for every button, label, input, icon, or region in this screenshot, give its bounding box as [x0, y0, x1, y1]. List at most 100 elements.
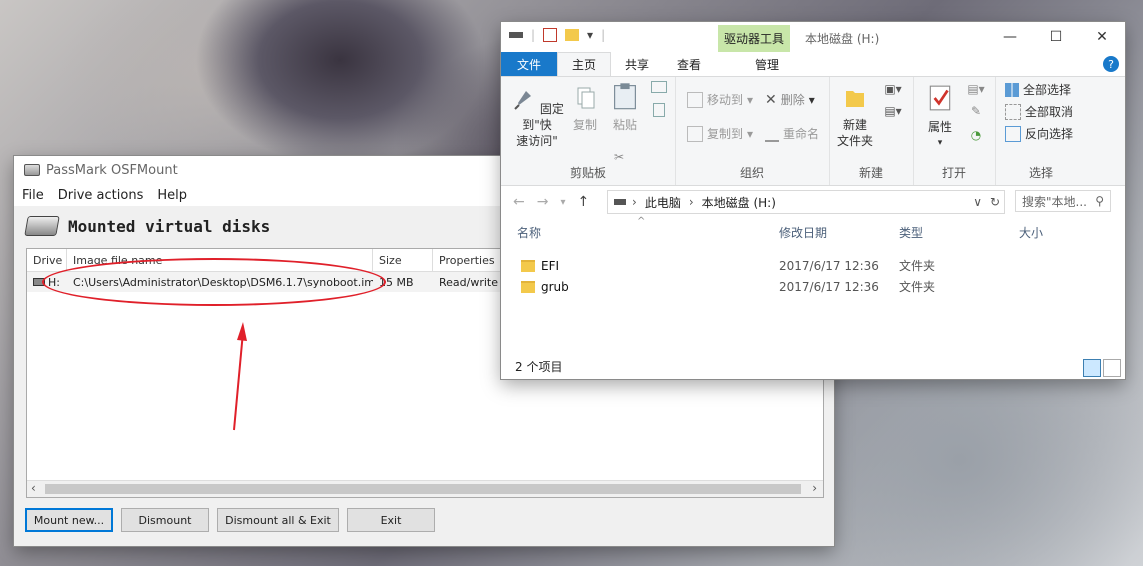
history-icon[interactable]: ◔: [963, 127, 989, 143]
explorer-titlebar[interactable]: | ▾ | 驱动器工具 本地磁盘 (H:) — ☐ ✕: [501, 22, 1125, 52]
group-clipboard: 固定到"快 速访问" 复制 粘贴 ✂ 剪贴板: [501, 77, 676, 185]
menu-file[interactable]: File: [22, 188, 44, 203]
col-date[interactable]: 修改日期: [779, 224, 827, 241]
scroll-thumb[interactable]: [45, 484, 801, 494]
copy-icon: [577, 87, 595, 109]
close-icon[interactable]: ✕: [1079, 22, 1125, 52]
paste-button[interactable]: 粘贴: [605, 81, 645, 133]
select-all-button[interactable]: 全部选择: [1005, 81, 1071, 98]
edit-icon[interactable]: ✎: [963, 103, 989, 119]
folder-icon: [521, 259, 535, 272]
sort-up-icon: ^: [637, 216, 646, 227]
group-label: 组织: [739, 166, 764, 180]
new-folder-icon: [846, 91, 864, 107]
rename-icon: [765, 126, 779, 142]
address-dropdown-icon[interactable]: ∨: [973, 195, 982, 209]
group-new: 新建 文件夹 ▣▾ ▤▾ 新建: [829, 77, 914, 185]
back-icon[interactable]: ←: [513, 194, 525, 210]
properties-check-icon[interactable]: [543, 28, 558, 42]
col-properties[interactable]: Properties: [433, 249, 503, 271]
minimize-icon[interactable]: —: [987, 22, 1033, 52]
col-drive[interactable]: Drive: [27, 249, 67, 271]
horizontal-scrollbar[interactable]: ‹ ›: [27, 480, 823, 497]
menu-help[interactable]: Help: [157, 188, 187, 203]
dismount-button[interactable]: Dismount: [121, 508, 209, 532]
separator: |: [531, 28, 536, 42]
move-to-icon: [687, 91, 703, 108]
cell-properties: Read/write: [439, 275, 499, 289]
select-none-icon: [1005, 103, 1021, 120]
up-icon[interactable]: ↑: [578, 194, 590, 210]
paste-shortcut-icon[interactable]: [647, 103, 671, 121]
file-row[interactable]: grub 2017/6/17 12:36 文件夹: [501, 276, 1101, 297]
window-title: 本地磁盘 (H:): [805, 32, 880, 46]
move-to-button[interactable]: 移动到 ▾: [687, 91, 753, 108]
paste-icon: [614, 83, 636, 110]
delete-button[interactable]: ✕ 删除 ▾: [765, 91, 815, 108]
forward-icon[interactable]: →: [537, 194, 549, 210]
col-name[interactable]: 名称: [517, 224, 541, 241]
new-folder-button[interactable]: 新建 文件夹: [835, 85, 875, 149]
tab-share[interactable]: 共享: [611, 52, 663, 76]
details-view-icon[interactable]: [1083, 359, 1101, 377]
select-all-icon: [1005, 82, 1019, 97]
col-type[interactable]: 类型: [899, 224, 923, 241]
search-icon: ⚲: [1095, 194, 1104, 208]
breadcrumb-this-pc[interactable]: 此电脑: [645, 194, 681, 211]
dismount-all-exit-button[interactable]: Dismount all & Exit: [217, 508, 339, 532]
invert-selection-button[interactable]: 反向选择: [1005, 125, 1073, 142]
help-icon[interactable]: ?: [1103, 56, 1119, 72]
refresh-icon[interactable]: ↻: [990, 195, 1000, 209]
col-size[interactable]: Size: [373, 249, 433, 271]
drive-icon: [33, 278, 45, 286]
file-list-header: 名称 ^ 修改日期 类型 大小: [501, 216, 1125, 246]
exit-button[interactable]: Exit: [347, 508, 435, 532]
heading-text: Mounted virtual disks: [68, 216, 271, 236]
tab-manage[interactable]: 管理: [731, 52, 803, 76]
cut-icon[interactable]: ✂: [609, 149, 629, 165]
copy-button[interactable]: 复制: [567, 85, 603, 133]
tab-view[interactable]: 查看: [663, 52, 715, 76]
scroll-left-icon[interactable]: ‹: [31, 481, 36, 495]
breadcrumb-drive[interactable]: 本地磁盘 (H:): [702, 194, 776, 211]
col-image[interactable]: Image file name: [67, 249, 373, 271]
app-disk-icon: [24, 164, 40, 176]
qa-dropdown-icon[interactable]: ▾: [587, 28, 593, 42]
tab-home[interactable]: 主页: [557, 52, 612, 76]
easy-access-icon[interactable]: ▤▾: [879, 103, 907, 119]
tab-file[interactable]: 文件: [501, 52, 557, 76]
copy-to-icon: [687, 125, 703, 142]
separator: |: [601, 28, 606, 42]
group-label: 打开: [941, 166, 966, 180]
group-open: 属性 ▾ ▤▾ ✎ ◔ 打开: [913, 77, 996, 185]
new-item-icon[interactable]: ▣▾: [879, 81, 907, 97]
large-icons-view-icon[interactable]: [1103, 359, 1121, 377]
select-none-button[interactable]: 全部取消: [1005, 103, 1073, 120]
address-box[interactable]: › 此电脑 › 本地磁盘 (H:) ∨ ↻: [607, 190, 1005, 214]
maximize-icon[interactable]: ☐: [1033, 22, 1079, 52]
pin-quick-access-button[interactable]: 固定到"快 速访问": [507, 85, 567, 149]
copy-to-button[interactable]: 复制到 ▾: [687, 125, 753, 142]
col-size[interactable]: 大小: [1019, 224, 1043, 241]
address-bar-row: ← → ▾ ↑ › 此电脑 › 本地磁盘 (H:) ∨ ↻ 搜索"本地... ⚲: [501, 186, 1125, 218]
mount-new-button[interactable]: Mount new...: [25, 508, 113, 532]
open-icon[interactable]: ▤▾: [963, 81, 989, 97]
quick-access-toolbar: | ▾ |: [509, 28, 605, 42]
search-input[interactable]: 搜索"本地... ⚲: [1015, 190, 1111, 212]
group-label: 剪贴板: [569, 166, 606, 180]
file-row[interactable]: EFI 2017/6/17 12:36 文件夹: [501, 255, 1101, 276]
drive-small-icon[interactable]: [509, 32, 523, 38]
path-copy-icon[interactable]: [647, 81, 671, 97]
rename-button[interactable]: 重命名: [765, 125, 819, 142]
new-folder-icon[interactable]: [565, 29, 580, 41]
window-title: PassMark OSFMount: [46, 162, 178, 178]
recent-dropdown-icon[interactable]: ▾: [560, 197, 565, 208]
explorer-window: | ▾ | 驱动器工具 本地磁盘 (H:) — ☐ ✕ 文件 主页 共享 查看 …: [501, 22, 1125, 379]
properties-icon: [929, 85, 951, 111]
properties-button[interactable]: 属性 ▾: [923, 83, 957, 151]
ribbon-tabs: 文件 主页 共享 查看 管理 ?: [501, 52, 1125, 77]
menu-drive-actions[interactable]: Drive actions: [58, 188, 144, 203]
window-controls: — ☐ ✕: [987, 22, 1125, 52]
scroll-right-icon[interactable]: ›: [812, 481, 817, 495]
group-label: 选择: [1028, 166, 1053, 180]
